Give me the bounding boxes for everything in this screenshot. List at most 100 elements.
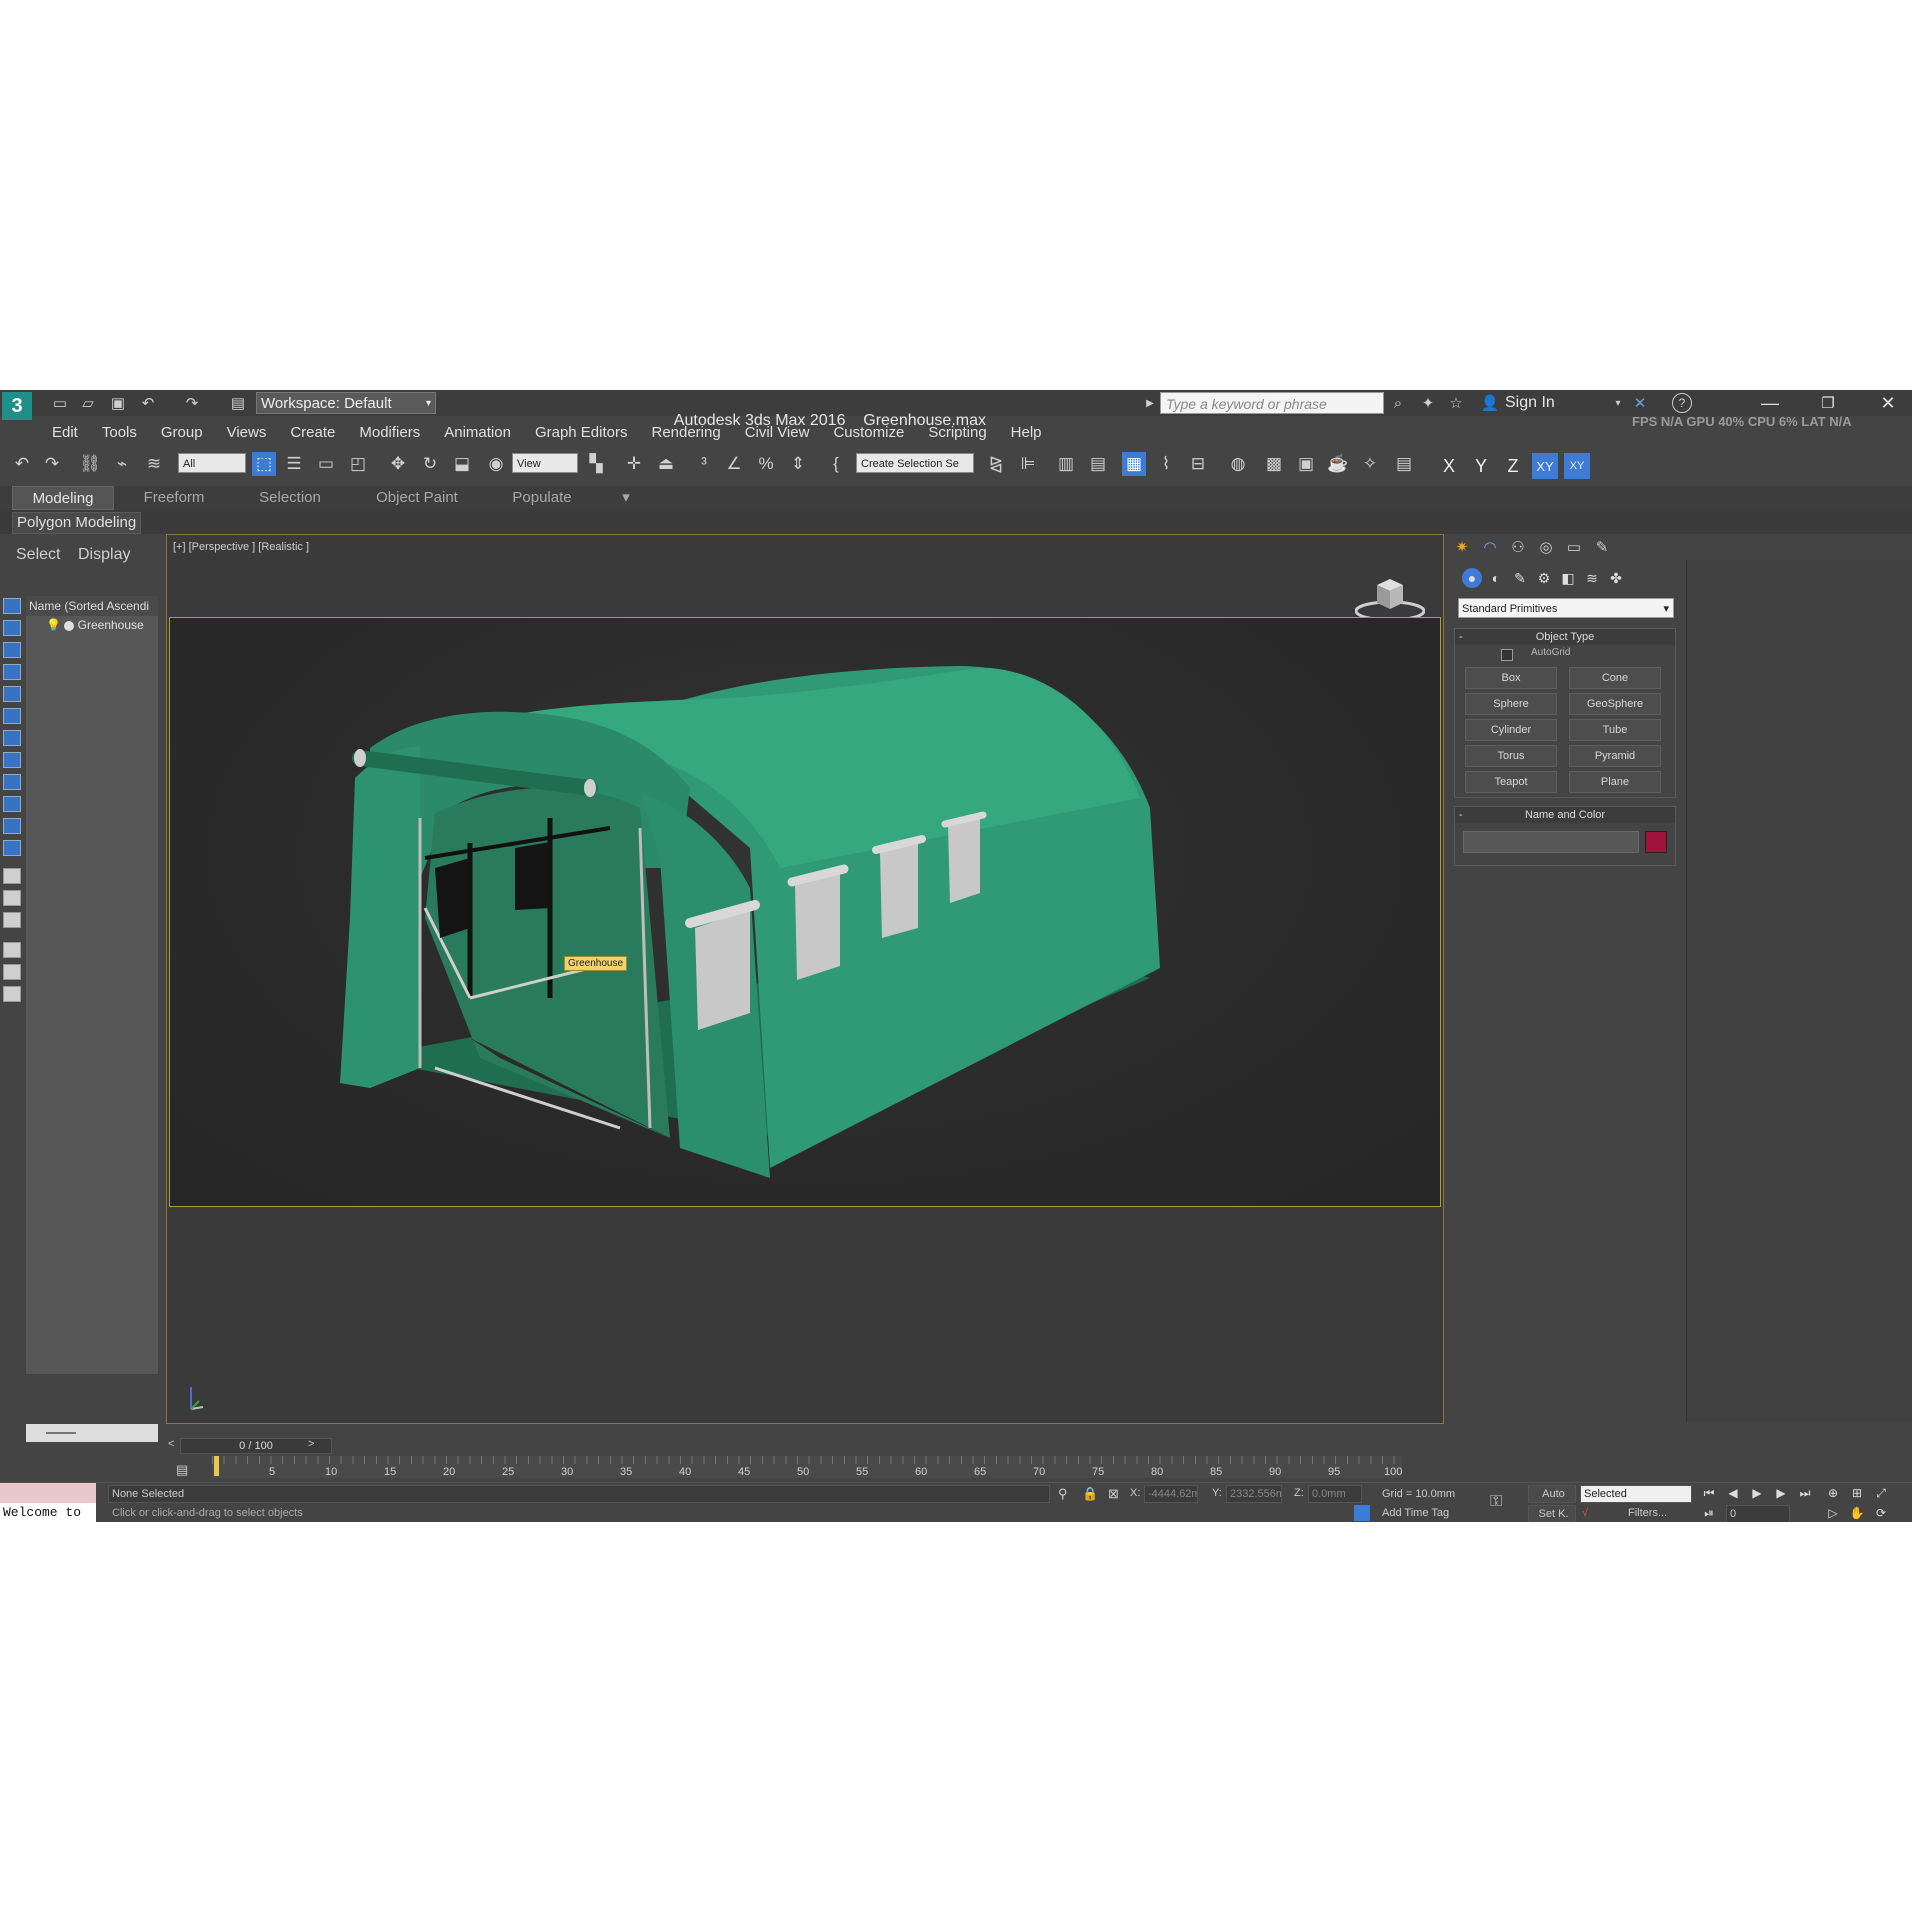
- name-column-header[interactable]: Name (Sorted Ascendi: [26, 596, 158, 616]
- exchange-x-icon[interactable]: ✕: [1630, 393, 1650, 413]
- autogrid-checkbox[interactable]: [1501, 649, 1513, 661]
- greenhouse-model[interactable]: [170, 618, 1440, 1206]
- perspective-viewport[interactable]: [+] [Perspective ] [Realistic ] Greenhou…: [166, 534, 1444, 1424]
- previous-frame-icon[interactable]: ◀: [1724, 1485, 1742, 1501]
- align-icon[interactable]: ⊫: [1016, 452, 1040, 476]
- scene-explorer-scrollbar[interactable]: [26, 1424, 158, 1442]
- cone-button[interactable]: Cone: [1569, 667, 1661, 689]
- scene-explorer-icon[interactable]: ▤: [1086, 452, 1110, 476]
- cameras-icon[interactable]: ⚙: [1534, 568, 1554, 588]
- scale-icon[interactable]: ⬓: [450, 452, 474, 476]
- axis-y-button[interactable]: Y: [1468, 453, 1494, 479]
- plane-button[interactable]: Plane: [1569, 771, 1661, 793]
- set-key-red-icon[interactable]: √: [1582, 1507, 1588, 1519]
- select-by-name-icon[interactable]: ☰: [282, 452, 306, 476]
- geometry-icon[interactable]: ●: [1462, 568, 1482, 588]
- spinner-snap-icon[interactable]: ⇕: [786, 452, 810, 476]
- time-tag-icon[interactable]: [1354, 1505, 1370, 1521]
- menu-create[interactable]: Create: [278, 422, 347, 444]
- binoculars-icon[interactable]: ⌕: [1388, 393, 1408, 413]
- teapot-button[interactable]: Teapot: [1465, 771, 1557, 793]
- field-of-view-icon[interactable]: ▷: [1824, 1505, 1842, 1521]
- select-tab[interactable]: Select: [16, 546, 60, 564]
- object-type-header[interactable]: - Object Type: [1455, 629, 1675, 645]
- menu-views[interactable]: Views: [215, 422, 279, 444]
- display-containers-icon[interactable]: [3, 818, 21, 834]
- keyboard-shortcut-icon[interactable]: ⏏: [654, 452, 678, 476]
- box-button[interactable]: Box: [1465, 667, 1557, 689]
- shapes-icon[interactable]: ◐: [1486, 568, 1506, 588]
- display-helpers-icon[interactable]: [3, 708, 21, 724]
- display-tab-icon[interactable]: ▭: [1562, 536, 1586, 558]
- display-lights-icon[interactable]: [3, 664, 21, 680]
- pyramid-button[interactable]: Pyramid: [1569, 745, 1661, 767]
- save-file-icon[interactable]: ▣: [108, 393, 128, 413]
- menu-edit[interactable]: Edit: [40, 422, 90, 444]
- rendered-frame-window-icon[interactable]: ▣: [1294, 452, 1318, 476]
- systems-icon[interactable]: ✤: [1606, 568, 1626, 588]
- object-color-swatch[interactable]: [1645, 831, 1667, 853]
- rectangle-selection-icon[interactable]: ▭: [314, 452, 338, 476]
- filter-icon[interactable]: [3, 942, 21, 958]
- x-coordinate-field[interactable]: -4444.62m: [1144, 1485, 1198, 1503]
- lock-selection-icon[interactable]: 🔒: [1082, 1486, 1098, 1502]
- next-frame-icon[interactable]: ▶: [1772, 1485, 1790, 1501]
- pan-view-icon[interactable]: ✋: [1848, 1505, 1866, 1521]
- communication-center-icon[interactable]: ✦: [1418, 393, 1438, 413]
- layer-manager-icon[interactable]: ▥: [1054, 452, 1078, 476]
- hierarchy-tab-icon[interactable]: ⚇: [1506, 536, 1530, 558]
- object-name-input[interactable]: [1463, 831, 1639, 853]
- menu-customize[interactable]: Customize: [821, 422, 916, 444]
- auto-key-button[interactable]: Auto: [1528, 1485, 1576, 1503]
- project-folder-icon[interactable]: ▤: [228, 393, 248, 413]
- display-geometry-icon[interactable]: [3, 620, 21, 636]
- go-to-end-icon[interactable]: ⏭: [1796, 1485, 1814, 1501]
- cylinder-button[interactable]: Cylinder: [1465, 719, 1557, 741]
- menu-modifiers[interactable]: Modifiers: [347, 422, 432, 444]
- y-coordinate-field[interactable]: 2332.556m: [1226, 1485, 1282, 1503]
- next-frame-icon[interactable]: >: [308, 1438, 314, 1450]
- mirror-icon[interactable]: ⧎: [984, 452, 1008, 476]
- app-logo[interactable]: 3: [2, 392, 32, 420]
- absolute-mode-icon[interactable]: ⊠: [1108, 1486, 1119, 1502]
- render-setup-icon[interactable]: ▩: [1262, 452, 1286, 476]
- link-icon[interactable]: ⛓: [78, 452, 102, 476]
- maxscript-listener-top[interactable]: [0, 1483, 96, 1503]
- tab-object-paint[interactable]: Object Paint: [362, 486, 472, 510]
- display-groups-icon[interactable]: [3, 752, 21, 768]
- axis-xy-cycle-button[interactable]: XY: [1564, 453, 1590, 479]
- scene-object-row[interactable]: 💡 Greenhouse: [46, 618, 144, 632]
- viewport-label[interactable]: [+] [Perspective ] [Realistic ]: [173, 541, 309, 553]
- menu-scripting[interactable]: Scripting: [916, 422, 998, 444]
- display-shapes-icon[interactable]: [3, 642, 21, 658]
- key-icon[interactable]: ⚿: [1490, 1493, 1502, 1511]
- lights-icon[interactable]: ✎: [1510, 568, 1530, 588]
- display-invert-icon[interactable]: [3, 890, 21, 906]
- menu-group[interactable]: Group: [149, 422, 215, 444]
- sphere-button[interactable]: Sphere: [1465, 693, 1557, 715]
- display-cameras-icon[interactable]: [3, 686, 21, 702]
- display-none-toggle-icon[interactable]: [3, 912, 21, 928]
- snaps-toggle-icon[interactable]: ³: [692, 452, 716, 476]
- render-in-cloud-icon[interactable]: ▤: [1392, 452, 1416, 476]
- menu-civil-view[interactable]: Civil View: [733, 422, 822, 444]
- chevron-down-icon[interactable]: ▾: [1608, 393, 1628, 413]
- undo-quick-icon[interactable]: ↶: [138, 393, 158, 413]
- percent-snap-icon[interactable]: %: [754, 452, 778, 476]
- name-and-color-header[interactable]: - Name and Color: [1455, 807, 1675, 823]
- named-selection-dropdown[interactable]: Create Selection Se: [856, 453, 974, 473]
- utilities-tab-icon[interactable]: ✎: [1590, 536, 1614, 558]
- previous-frame-icon[interactable]: <: [168, 1438, 174, 1450]
- edit-named-selection-icon[interactable]: {: [824, 452, 848, 476]
- render-iterative-icon[interactable]: ✧: [1358, 452, 1382, 476]
- modify-tab-icon[interactable]: ◠: [1478, 536, 1502, 558]
- tab-modeling[interactable]: Modeling: [12, 486, 114, 510]
- tab-selection[interactable]: Selection: [240, 486, 340, 510]
- display-bones-icon[interactable]: [3, 796, 21, 812]
- sign-in-button[interactable]: Sign In: [1505, 394, 1555, 412]
- menu-graph-editors[interactable]: Graph Editors: [523, 422, 640, 444]
- maxscript-listener-input[interactable]: Welcome to: [0, 1503, 96, 1522]
- viewcube[interactable]: [1354, 573, 1426, 623]
- isolate-icon[interactable]: ⚲: [1058, 1486, 1068, 1502]
- menu-rendering[interactable]: Rendering: [639, 422, 732, 444]
